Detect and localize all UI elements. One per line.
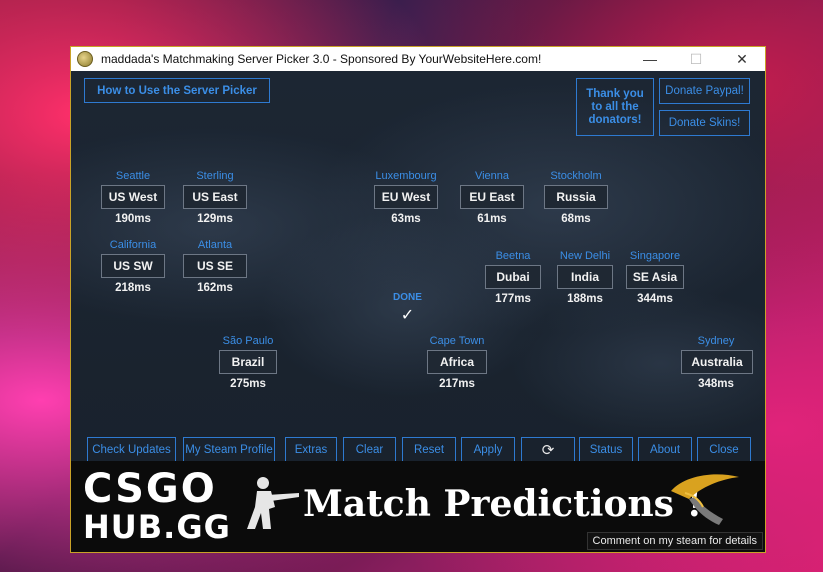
ping-value: 348ms <box>698 378 734 390</box>
server-australia: Sydney Australia 348ms <box>681 334 753 390</box>
server-us-west: Seattle US West 190ms <box>98 169 168 225</box>
checkmark-icon: ✓ <box>400 307 415 324</box>
server-toggle-button[interactable]: US East <box>183 185 247 209</box>
ping-value: 177ms <box>495 293 531 305</box>
ping-value: 129ms <box>197 213 233 225</box>
close-button[interactable]: Close <box>697 437 751 462</box>
about-button[interactable]: About <box>638 437 692 462</box>
server-toggle-button[interactable]: Russia <box>544 185 608 209</box>
ping-value: 61ms <box>477 213 507 225</box>
server-toggle-button[interactable]: EU West <box>374 185 438 209</box>
city-label: São Paulo <box>222 335 274 347</box>
server-dubai: Beetna Dubai 177ms <box>478 249 548 305</box>
city-label: Stockholm <box>550 170 602 182</box>
server-india: New Delhi India 188ms <box>550 249 620 305</box>
server-toggle-button[interactable]: Africa <box>427 350 487 374</box>
city-label: Cape Town <box>429 335 485 347</box>
apply-button[interactable]: Apply <box>461 437 515 462</box>
server-eu-east: Vienna EU East 61ms <box>457 169 527 225</box>
banner-logo-line2: HUB.GG <box>83 508 231 546</box>
close-window-button[interactable]: ✕ <box>719 47 765 71</box>
ping-value: 218ms <box>115 282 151 294</box>
thanks-donators-button[interactable]: Thank you to all the donators! <box>576 78 654 136</box>
city-label: Seattle <box>115 170 151 182</box>
banner-logo-line1: CSGO <box>83 466 217 512</box>
server-brazil: São Paulo Brazil 275ms <box>213 334 283 390</box>
ping-value: 188ms <box>567 293 603 305</box>
donate-paypal-button[interactable]: Donate Paypal! <box>659 78 750 104</box>
server-toggle-button[interactable]: US West <box>101 185 165 209</box>
server-us-sw: California US SW 218ms <box>98 238 168 294</box>
ping-value: 190ms <box>115 213 151 225</box>
city-label: California <box>109 239 157 251</box>
title-bar: maddada's Matchmaking Server Picker 3.0 … <box>71 47 765 71</box>
steam-profile-button[interactable]: My Steam Profile <box>183 437 275 462</box>
ping-value: 344ms <box>637 293 673 305</box>
server-toggle-button[interactable]: Dubai <box>485 265 541 289</box>
ping-value: 68ms <box>561 213 591 225</box>
ad-banner[interactable]: CSGO HUB.GG Match Predictions ! Comment … <box>71 461 765 552</box>
city-label: Beetna <box>495 250 531 262</box>
city-label: Sydney <box>697 335 735 347</box>
server-toggle-button[interactable]: Australia <box>681 350 753 374</box>
server-se-asia: Singapore SE Asia 344ms <box>620 249 690 305</box>
banner-headline: Match Predictions ! <box>303 483 703 525</box>
server-toggle-button[interactable]: EU East <box>460 185 524 209</box>
window-title: maddada's Matchmaking Server Picker 3.0 … <box>101 52 542 66</box>
city-label: New Delhi <box>559 250 611 262</box>
clear-button[interactable]: Clear <box>343 437 396 462</box>
status-button[interactable]: Status <box>579 437 633 462</box>
city-label: Singapore <box>629 250 681 262</box>
knife-icon <box>671 474 739 525</box>
app-logo-icon <box>77 51 93 67</box>
extras-button[interactable]: Extras <box>285 437 337 462</box>
refresh-icon[interactable]: ⟳ <box>521 437 575 462</box>
ping-value: 275ms <box>230 378 266 390</box>
status-indicator: DONE ✓ <box>385 292 430 325</box>
status-label: DONE <box>393 292 422 303</box>
city-label: Vienna <box>474 170 510 182</box>
city-label: Luxembourg <box>375 170 437 182</box>
maximize-button[interactable]: ☐ <box>673 47 719 71</box>
minimize-button[interactable]: — <box>627 47 673 71</box>
server-eu-west: Luxembourg EU West 63ms <box>371 169 441 225</box>
server-toggle-button[interactable]: US SW <box>101 254 165 278</box>
check-updates-button[interactable]: Check Updates <box>87 437 176 462</box>
server-toggle-button[interactable]: US SE <box>183 254 247 278</box>
ping-value: 217ms <box>439 378 475 390</box>
server-toggle-button[interactable]: Brazil <box>219 350 277 374</box>
server-toggle-button[interactable]: India <box>557 265 613 289</box>
how-to-use-button[interactable]: How to Use the Server Picker <box>84 78 270 103</box>
server-us-east: Sterling US East 129ms <box>180 169 250 225</box>
reset-button[interactable]: Reset <box>402 437 456 462</box>
app-window: maddada's Matchmaking Server Picker 3.0 … <box>70 46 766 553</box>
city-label: Sterling <box>196 170 234 182</box>
server-map: How to Use the Server Picker Thank you t… <box>71 71 765 462</box>
soldier-icon <box>247 477 299 529</box>
ping-value: 162ms <box>197 282 233 294</box>
server-russia: Stockholm Russia 68ms <box>541 169 611 225</box>
ping-value: 63ms <box>391 213 421 225</box>
server-africa: Cape Town Africa 217ms <box>422 334 492 390</box>
banner-comment: Comment on my steam for details <box>586 532 763 550</box>
city-label: Atlanta <box>197 239 233 251</box>
server-toggle-button[interactable]: SE Asia <box>626 265 684 289</box>
server-us-se: Atlanta US SE 162ms <box>180 238 250 294</box>
donate-skins-button[interactable]: Donate Skins! <box>659 110 750 136</box>
